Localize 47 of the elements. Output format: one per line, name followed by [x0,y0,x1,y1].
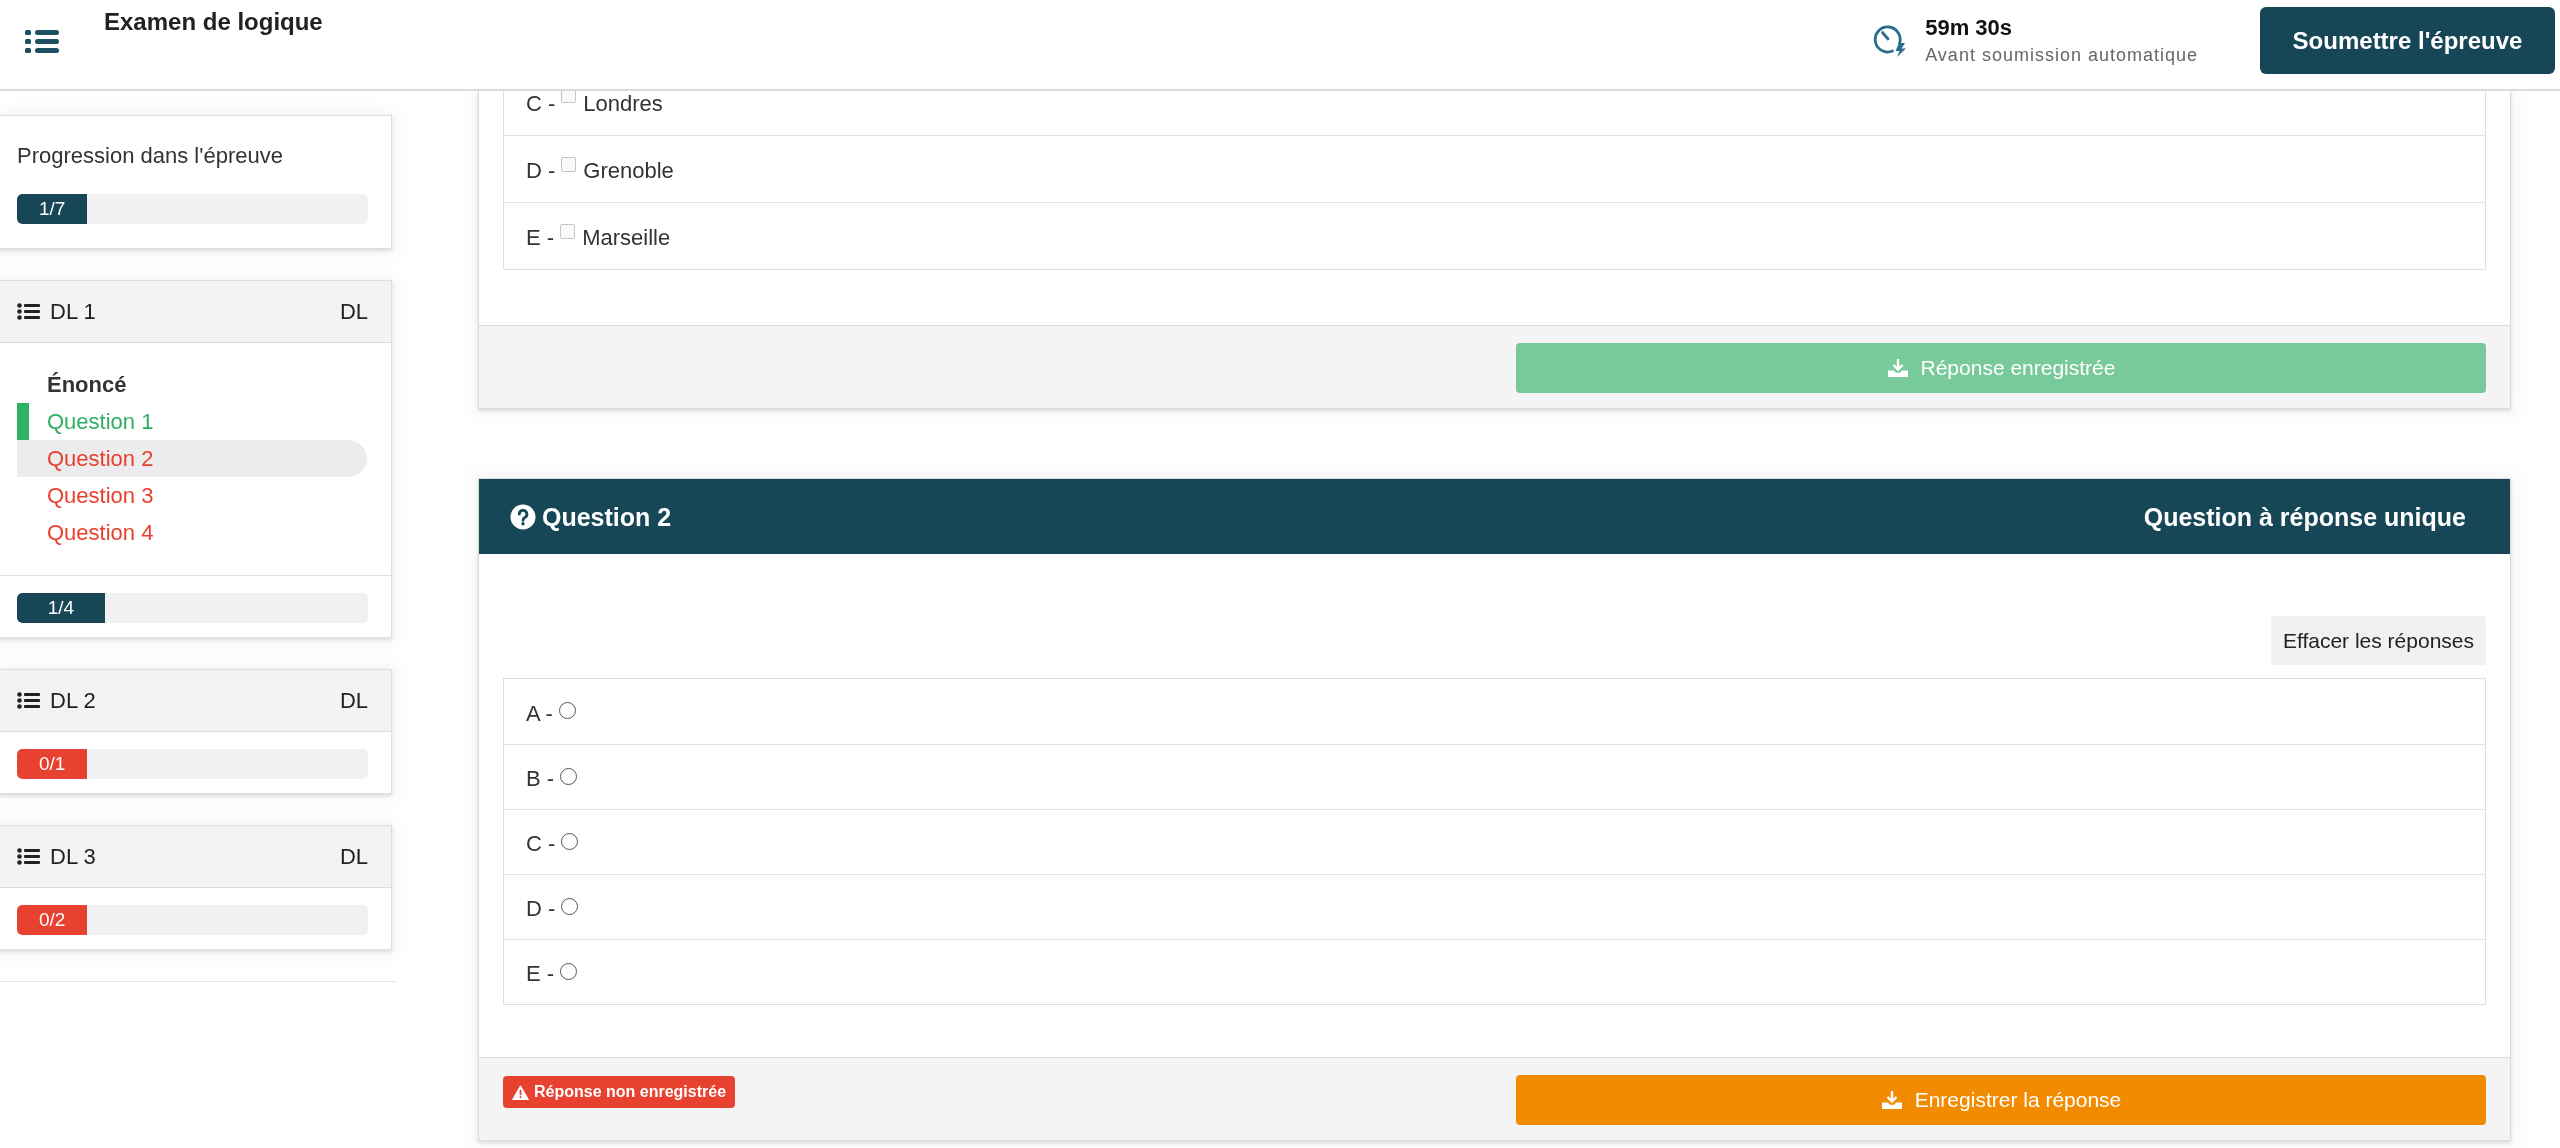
option-letter: E - [526,961,555,987]
checkbox[interactable] [561,156,577,172]
option-letter: B - [526,766,555,792]
section-tag: DL [339,297,368,326]
list-icon [17,303,40,320]
option-label: Grenoble [583,158,674,184]
warning-icon [512,1084,529,1100]
question-link[interactable]: Question 4 [17,514,367,551]
list-icon [17,692,40,709]
section-header[interactable]: DL 1 DL [0,281,391,343]
option-letter: A - [526,700,553,727]
option-letter: C - [526,91,556,117]
option-letter: D - [526,158,556,184]
option-letter: C - [526,831,556,857]
checkbox[interactable] [561,91,577,103]
option-label: Marseille [582,225,671,251]
question-circle-icon [510,503,536,530]
section-header[interactable]: DL 2 DL [0,670,391,732]
question-title: Question 2 [542,501,672,532]
clear-answers-button[interactable]: Effacer les réponses [2270,616,2486,665]
progress-label: 0/2 [38,909,66,931]
option-letter: E - [526,225,555,251]
time-remaining: 59m 30s [1925,14,2014,42]
warning-text: Réponse non enregistrée [534,1082,727,1102]
exam-title: Examen de logique [104,7,323,37]
question-link[interactable]: Question 3 [17,477,367,514]
option-label: Londres [583,91,663,117]
option-letter: D - [526,896,556,922]
progress-label: 0/1 [38,753,66,775]
question-type: Question à réponse unique [2143,501,2466,532]
progress-title: Progression dans l'épreuve [17,142,284,170]
list-icon [17,848,40,865]
section-title: DL 2 [50,686,96,715]
progress-label: 1/7 [38,198,66,220]
statement-link[interactable]: Énoncé [17,366,367,403]
section-tag: DL [339,686,368,715]
section-header[interactable]: DL 3 DL [0,826,391,888]
download-icon [1886,358,1909,378]
section-title: DL 1 [50,297,96,326]
submit-button[interactable]: Soumettre l'épreuve [2260,7,2555,74]
section-title: DL 3 [50,842,96,871]
timer-caption: Avant soumission automatique [1925,44,2198,67]
checkbox[interactable] [560,223,576,239]
progress-label: 1/4 [47,597,75,619]
download-icon [1880,1090,1903,1110]
menu-icon[interactable] [25,29,59,54]
section-tag: DL [339,842,368,871]
